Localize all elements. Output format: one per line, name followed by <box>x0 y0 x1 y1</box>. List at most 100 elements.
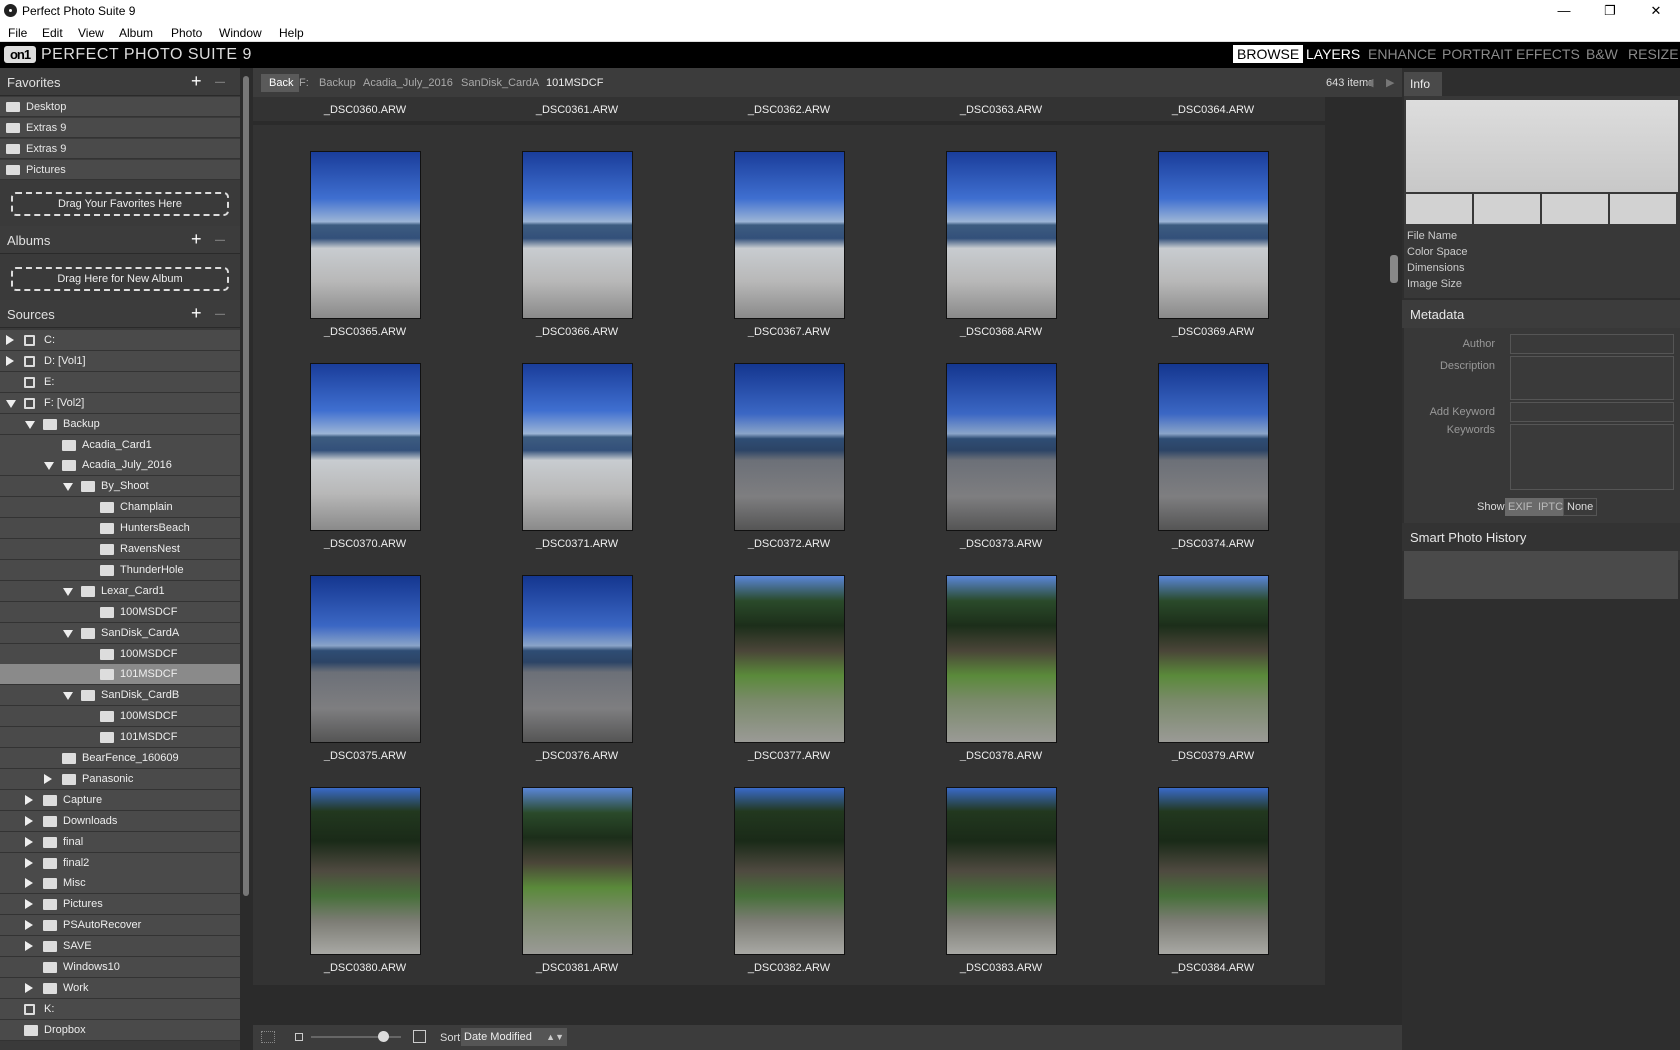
tree-item[interactable]: Capture <box>0 789 240 811</box>
thumbnail-cell[interactable]: _DSC0370.ARW <box>253 337 477 561</box>
thumbnail-cell[interactable]: _DSC0366.ARW <box>465 125 689 349</box>
thumbnail-cell[interactable]: _DSC0373.ARW <box>889 337 1113 561</box>
photo-thumbnail[interactable] <box>310 575 421 743</box>
photo-thumbnail[interactable] <box>734 363 845 531</box>
favorite-item[interactable]: Desktop <box>0 97 240 117</box>
tree-item[interactable]: Panasonic <box>0 768 240 790</box>
tree-item[interactable]: Backup <box>0 413 240 435</box>
photo-thumbnail[interactable] <box>734 151 845 319</box>
scrollbar-thumb[interactable] <box>243 76 249 896</box>
photo-thumbnail[interactable] <box>522 575 633 743</box>
tree-item[interactable]: Acadia_Card1 <box>0 434 240 456</box>
thumbnail-cell[interactable]: _DSC0371.ARW <box>465 337 689 561</box>
description-field[interactable] <box>1510 356 1674 400</box>
module-browse[interactable]: BROWSE <box>1233 45 1304 63</box>
breadcrumb-item[interactable]: F: <box>299 77 309 89</box>
collapsed-triangle-icon[interactable] <box>6 355 14 366</box>
next-arrow-icon[interactable]: ▶ <box>1386 76 1394 89</box>
tree-item[interactable]: Acadia_July_2016 <box>0 455 240 477</box>
collapsed-triangle-icon[interactable] <box>25 836 33 847</box>
photo-thumbnail[interactable] <box>734 787 845 955</box>
photo-thumbnail[interactable] <box>946 363 1057 531</box>
tree-item[interactable]: F: [Vol2] <box>0 392 240 414</box>
thumbnail-cell[interactable]: _DSC0377.ARW <box>677 549 901 773</box>
expanded-triangle-icon[interactable] <box>63 629 73 638</box>
module-layers[interactable]: LAYERS <box>1306 46 1360 62</box>
tree-item[interactable]: Lexar_Card1 <box>0 580 240 602</box>
thumbnail-cell[interactable]: _DSC0369.ARW <box>1101 125 1325 349</box>
thumbnail-cell[interactable]: _DSC0361.ARW <box>465 97 689 121</box>
tab-info[interactable]: Info <box>1404 72 1442 96</box>
photo-thumbnail[interactable] <box>1158 363 1269 531</box>
tree-item[interactable]: Work <box>0 977 240 999</box>
expanded-triangle-icon[interactable] <box>44 462 54 471</box>
thumbnail-cell[interactable]: _DSC0364.ARW <box>1101 97 1325 121</box>
breadcrumb-item[interactable]: 101MSDCF <box>546 77 603 89</box>
breadcrumb-item[interactable]: Acadia_July_2016 <box>363 77 453 89</box>
minimize-button[interactable]: — <box>1541 0 1587 22</box>
remove-source-icon[interactable]: – <box>215 303 225 324</box>
photo-thumbnail[interactable] <box>946 575 1057 743</box>
breadcrumb-item[interactable]: SanDisk_CardA <box>461 77 539 89</box>
thumbnail-cell[interactable]: _DSC0374.ARW <box>1101 337 1325 561</box>
tree-item[interactable]: Champlain <box>0 497 240 519</box>
collapsed-triangle-icon[interactable] <box>25 794 33 805</box>
thumbnail-cell[interactable]: _DSC0360.ARW <box>253 97 477 121</box>
thumbnail-cell[interactable]: _DSC0382.ARW <box>677 761 901 985</box>
tree-item[interactable]: SAVE <box>0 936 240 958</box>
tree-item[interactable]: Pictures <box>0 894 240 916</box>
scrollbar-thumb[interactable] <box>1390 255 1398 283</box>
grid-scrollbar[interactable] <box>1387 97 1402 1025</box>
large-thumb-icon[interactable] <box>413 1030 426 1043</box>
history-header[interactable]: Smart Photo History <box>1402 523 1680 551</box>
tree-item[interactable]: 100MSDCF <box>0 643 240 665</box>
tree-item[interactable]: K: <box>0 998 240 1020</box>
thumbnail-cell[interactable]: _DSC0381.ARW <box>465 761 689 985</box>
prev-arrow-icon[interactable]: ◀ <box>1365 76 1373 89</box>
tree-item[interactable]: PSAutoRecover <box>0 915 240 937</box>
photo-thumbnail[interactable] <box>1158 151 1269 319</box>
tree-item[interactable]: Dropbox <box>0 1019 240 1041</box>
add-album-icon[interactable]: + <box>191 229 202 250</box>
expanded-triangle-icon[interactable] <box>63 692 73 701</box>
add-favorite-icon[interactable]: + <box>191 71 202 92</box>
show-none-button[interactable]: None <box>1563 498 1598 516</box>
tree-item[interactable]: final <box>0 831 240 853</box>
tree-item[interactable]: Downloads <box>0 810 240 832</box>
thumbnail-cell[interactable]: _DSC0372.ARW <box>677 337 901 561</box>
photo-thumbnail[interactable] <box>310 363 421 531</box>
show-exif-button[interactable]: EXIF <box>1505 498 1536 516</box>
expanded-triangle-icon[interactable] <box>25 420 35 429</box>
collapsed-triangle-icon[interactable] <box>25 878 33 889</box>
albums-dropzone[interactable]: Drag Here for New Album <box>11 267 229 291</box>
slider-knob[interactable] <box>378 1031 389 1042</box>
module-portrait[interactable]: PORTRAIT <box>1442 46 1513 62</box>
favorite-item[interactable]: Extras 9 <box>0 118 240 138</box>
close-button[interactable]: ✕ <box>1633 0 1679 22</box>
tree-item[interactable]: 101MSDCF <box>0 727 240 749</box>
thumbnail-cell[interactable]: _DSC0379.ARW <box>1101 549 1325 773</box>
photo-thumbnail[interactable] <box>522 787 633 955</box>
expanded-triangle-icon[interactable] <box>63 483 73 492</box>
tree-item[interactable]: ThunderHole <box>0 559 240 581</box>
menu-album[interactable]: Album <box>119 26 153 40</box>
tree-item[interactable]: 101MSDCF <box>0 664 240 686</box>
keywords-field[interactable] <box>1510 424 1674 490</box>
tree-item[interactable]: E: <box>0 371 240 393</box>
expanded-triangle-icon[interactable] <box>63 587 73 596</box>
tree-item[interactable]: RavensNest <box>0 539 240 560</box>
module-bw[interactable]: B&W <box>1586 46 1618 62</box>
remove-favorite-icon[interactable]: – <box>215 71 225 92</box>
collapsed-triangle-icon[interactable] <box>25 857 33 868</box>
small-thumb-icon[interactable] <box>295 1033 303 1041</box>
tree-item[interactable]: By_Shoot <box>0 476 240 498</box>
add-source-icon[interactable]: + <box>191 303 202 324</box>
menu-view[interactable]: View <box>78 26 104 40</box>
menu-edit[interactable]: Edit <box>42 26 63 40</box>
sort-select[interactable]: Date Modified ▲▼ <box>461 1028 567 1046</box>
thumbnail-cell[interactable]: _DSC0383.ARW <box>889 761 1113 985</box>
collapsed-triangle-icon[interactable] <box>25 982 33 993</box>
show-iptc-button[interactable]: IPTC <box>1535 498 1567 516</box>
favorites-dropzone[interactable]: Drag Your Favorites Here <box>11 192 229 216</box>
tree-item[interactable]: Windows10 <box>0 957 240 978</box>
